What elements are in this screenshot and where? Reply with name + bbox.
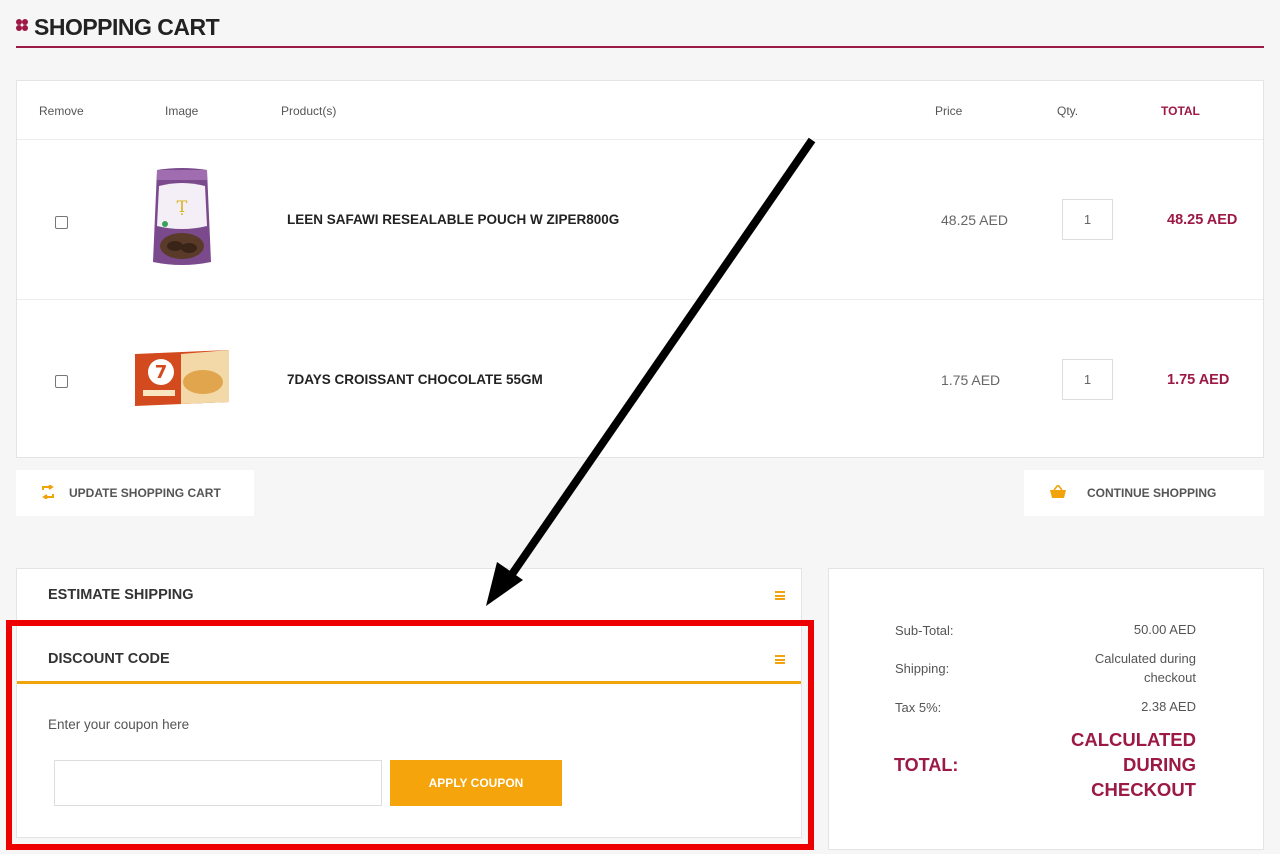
product-image-croissant: 7 <box>135 350 229 406</box>
page-title: SHOPPING CART <box>34 14 220 40</box>
header-image: Image <box>165 104 199 118</box>
svg-text:Ṭ: Ṭ <box>177 197 188 216</box>
order-summary: Sub-Total: 50.00 AED Shipping: Calculate… <box>828 568 1264 850</box>
quantity-input[interactable] <box>1062 199 1113 240</box>
header-qty: Qty. <box>1057 104 1079 118</box>
quantity-input[interactable] <box>1062 359 1113 400</box>
subtotal-label: Sub-Total: <box>895 623 954 638</box>
table-row: 7 7DAYS CROISSANT CHOCOLATE 55GM 1.75 AE… <box>17 299 1263 458</box>
shipping-value: Calculated during checkout <box>1094 651 1196 685</box>
tax-label: Tax 5%: <box>895 700 942 715</box>
header-products: Product(s) <box>281 104 337 118</box>
svg-text:7: 7 <box>155 362 168 383</box>
remove-checkbox[interactable] <box>55 375 68 388</box>
grand-total-value: CALCULATED DURING CHECKOUT <box>1070 729 1196 800</box>
cart-table: Remove Image Product(s) Price Qty. TOTAL… <box>16 80 1264 458</box>
basket-icon <box>1050 485 1066 498</box>
continue-shopping-label: CONTINUE SHOPPING <box>1087 486 1217 500</box>
refresh-icon <box>42 485 54 499</box>
update-cart-label: UPDATE SHOPPING CART <box>69 486 221 500</box>
cart-page: SHOPPING CART Remove Image Product(s) Pr… <box>0 0 1280 854</box>
page-header: SHOPPING CART <box>16 12 1264 48</box>
grand-total-label: TOTAL: <box>894 755 959 775</box>
estimate-shipping-header[interactable]: ESTIMATE SHIPPING <box>17 569 801 622</box>
continue-shopping-button[interactable]: CONTINUE SHOPPING <box>1024 470 1264 516</box>
header-total: TOTAL <box>1161 104 1200 118</box>
subtotal-value: 50.00 AED <box>1133 622 1196 637</box>
tax-value: 2.38 AED <box>1141 699 1196 714</box>
highlight-box <box>6 620 814 850</box>
header-remove: Remove <box>39 104 84 118</box>
remove-checkbox[interactable] <box>55 216 68 229</box>
table-row: Ṭ LEEN SAFAWI RESEALABLE POUCH W ZIPER80… <box>17 140 1263 299</box>
table-header: Remove Image Product(s) Price Qty. TOTAL <box>17 81 1263 140</box>
hamburger-icon <box>775 591 785 600</box>
flower-icon <box>16 19 30 33</box>
product-name[interactable]: 7DAYS CROISSANT CHOCOLATE 55GM <box>287 372 543 387</box>
product-price: 1.75 AED <box>941 372 1001 388</box>
product-price: 48.25 AED <box>941 212 1008 228</box>
product-name[interactable]: LEEN SAFAWI RESEALABLE POUCH W ZIPER800G <box>287 212 619 227</box>
shipping-label: Shipping: <box>895 661 950 676</box>
line-total: 48.25 AED <box>1167 212 1238 228</box>
update-cart-button[interactable]: UPDATE SHOPPING CART <box>16 470 254 516</box>
header-price: Price <box>935 104 963 118</box>
estimate-shipping-title: ESTIMATE SHIPPING <box>48 587 194 603</box>
product-image-pouch: Ṭ <box>153 168 211 265</box>
line-total: 1.75 AED <box>1167 372 1230 388</box>
